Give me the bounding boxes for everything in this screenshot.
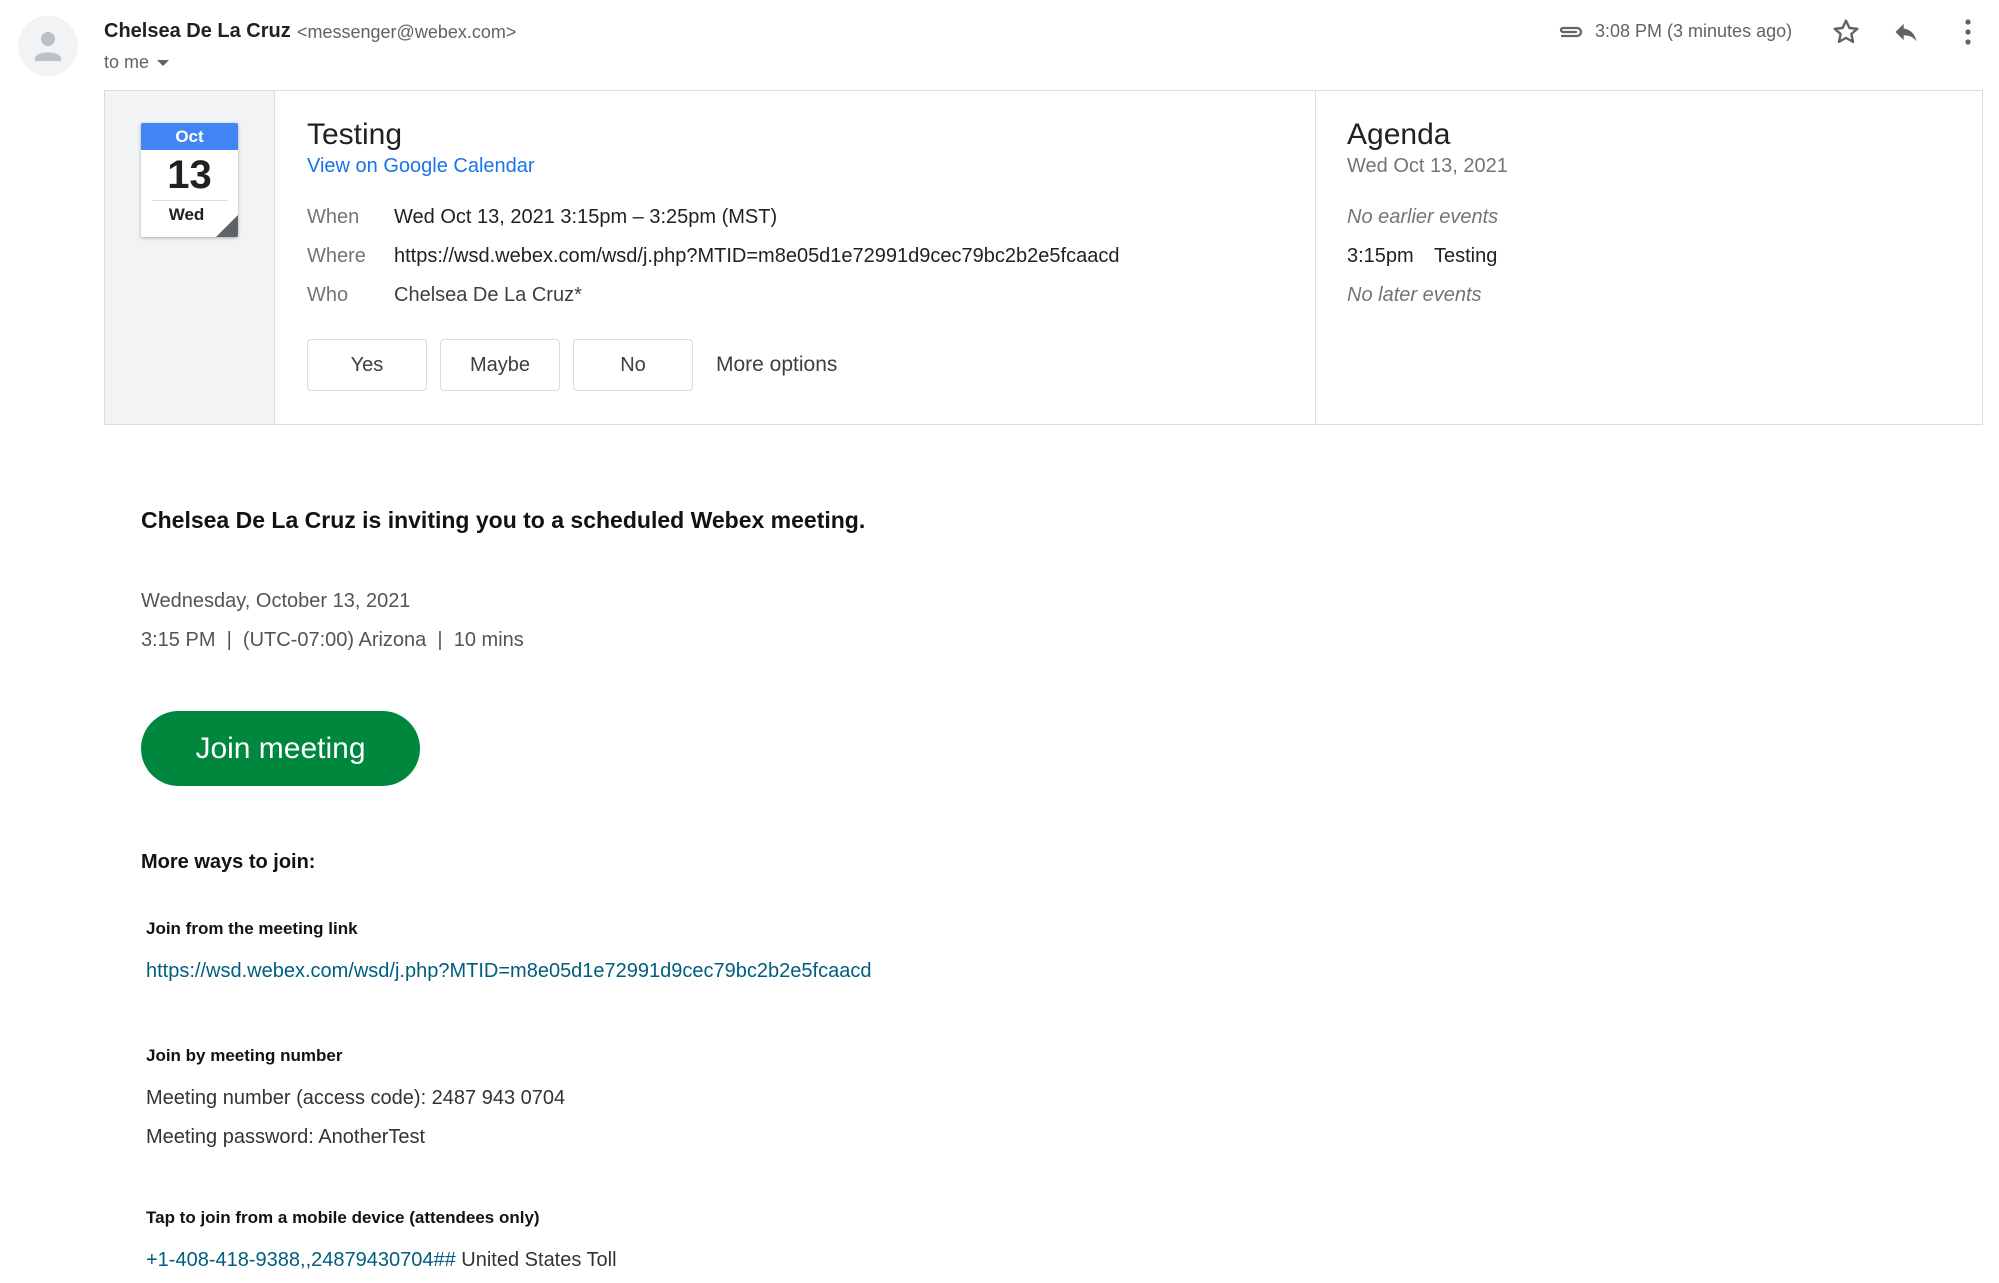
mobile-dial-label: United States Toll	[461, 1249, 617, 1271]
join-link-heading: Join from the meeting link	[146, 919, 358, 938]
no-later-events: No later events	[1347, 284, 1482, 306]
more-ways-heading: More ways to join:	[141, 851, 316, 873]
invite-heading: Chelsea De La Cruz is inviting you to a …	[141, 507, 866, 533]
mobile-join-heading: Tap to join from a mobile device (attend…	[146, 1208, 540, 1227]
join-meeting-button[interactable]: Join meeting	[141, 711, 420, 786]
who-value: Chelsea De La Cruz*	[394, 284, 582, 306]
recipient-label: to me	[104, 52, 150, 72]
rsvp-no-button[interactable]: No	[573, 339, 693, 391]
join-number-heading: Join by meeting number	[146, 1046, 343, 1065]
agenda-title: Agenda	[1347, 118, 1451, 151]
rsvp-yes-button[interactable]: Yes	[307, 339, 427, 391]
calendar-divider	[151, 200, 228, 201]
meeting-date: Wednesday, October 13, 2021	[141, 590, 411, 612]
meeting-link[interactable]: https://wsd.webex.com/wsd/j.php?MTID=m8e…	[146, 960, 871, 983]
sender-email: <messenger@webex.com>	[297, 22, 517, 42]
calendar-date-icon: Oct 13 Wed	[141, 123, 238, 237]
where-label: Where	[307, 245, 366, 267]
sender-name: Chelsea De La Cruz	[104, 20, 291, 42]
when-value: Wed Oct 13, 2021 3:15pm – 3:25pm (MST)	[394, 206, 778, 228]
caret-down-icon	[157, 60, 170, 67]
who-label: Who	[307, 284, 349, 306]
meeting-number: Meeting number (access code): 2487 943 0…	[146, 1087, 566, 1109]
more-options-button[interactable]: More options	[716, 353, 837, 377]
meeting-time-details: 3:15 PM | (UTC-07:00) Arizona | 10 mins	[141, 629, 524, 651]
calendar-month: Oct	[141, 123, 238, 150]
meeting-password: Meeting password: AnotherTest	[146, 1126, 426, 1148]
card-divider	[1315, 91, 1316, 424]
rsvp-maybe-button[interactable]: Maybe	[440, 339, 560, 391]
star-icon[interactable]	[1830, 16, 1862, 53]
calendar-day: 13	[167, 153, 212, 197]
recipient-details-toggle[interactable]: to me	[104, 52, 170, 73]
attachment-icon	[1556, 22, 1584, 47]
person-icon	[35, 32, 61, 61]
agenda-date: Wed Oct 13, 2021	[1347, 155, 1508, 177]
more-vert-icon[interactable]	[1962, 18, 1974, 51]
when-label: When	[307, 206, 360, 228]
message-timestamp: 3:08 PM (3 minutes ago)	[1595, 21, 1793, 41]
event-title: Testing	[307, 118, 403, 151]
mobile-join-line: +1-408-418-9388,,24879430704## United St…	[146, 1249, 617, 1272]
no-earlier-events: No earlier events	[1347, 206, 1499, 228]
view-on-google-calendar-link[interactable]: View on Google Calendar	[307, 155, 535, 178]
agenda-event-title[interactable]: Testing	[1434, 245, 1497, 268]
reply-icon[interactable]	[1890, 18, 1922, 51]
mobile-dial-link[interactable]: +1-408-418-9388,,24879430704##	[146, 1249, 456, 1271]
sender-avatar[interactable]	[18, 16, 78, 76]
agenda-event-time: 3:15pm	[1347, 245, 1414, 267]
page-fold-icon	[216, 215, 238, 237]
where-value: https://wsd.webex.com/wsd/j.php?MTID=m8e…	[394, 245, 1120, 267]
